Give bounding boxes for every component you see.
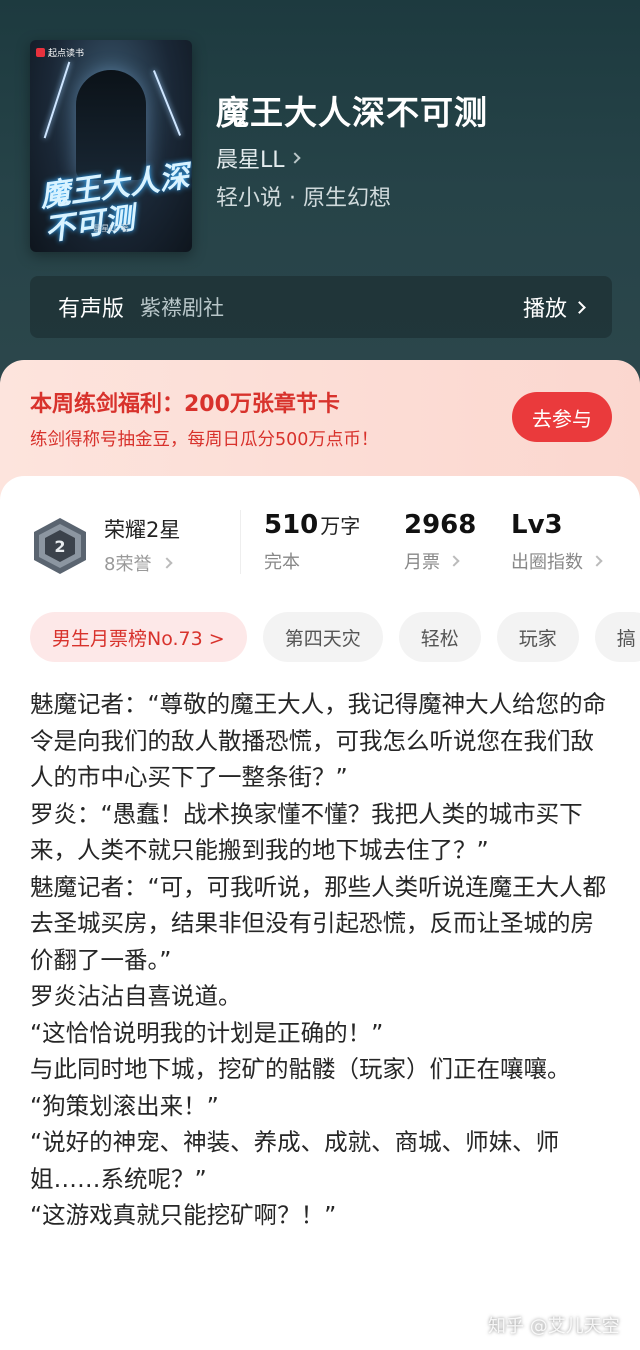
- cover-title: 魔王大人深不可测: [37, 158, 192, 249]
- chevron-right-icon: [591, 555, 603, 567]
- synopsis-paragraph: 魅魔记者：“尊敬的魔王大人，我记得魔神大人给您的命令是向我们的敌人散播恐慌，可我…: [30, 690, 607, 791]
- honor-badge-icon: 2: [34, 518, 86, 574]
- synopsis-paragraph: “这游戏真就只能挖矿啊？！”: [30, 1201, 337, 1229]
- cover-brand-text: 起点读书: [48, 49, 85, 59]
- chevron-right-icon: [288, 152, 301, 164]
- audio-studio: 紫襟剧社: [140, 296, 225, 320]
- brand-logo-icon: [36, 48, 45, 57]
- play-button[interactable]: 播放: [522, 291, 586, 323]
- synopsis-paragraph: 魅魔记者：“可，可我听说，那些人类听说连魔王大人都去圣城买房，结果非但没有引起恐…: [30, 872, 607, 974]
- play-label: 播放: [522, 297, 567, 322]
- book-info-card: 2 荣耀2星 8荣誉 510 万字 完本 2968 月票 Lv3 出圈指数 男生月…: [0, 476, 640, 1350]
- honor-level: 荣耀2星: [104, 518, 181, 542]
- chevron-right-icon: [573, 300, 586, 314]
- stat-label: 出圈指数: [511, 552, 583, 573]
- welfare-title: 本周练剑福利：200万张章节卡: [30, 392, 340, 417]
- synopsis-paragraph: “说好的神宠、神装、养成、成就、商城、师妹、师姐……系统呢？”: [30, 1128, 560, 1193]
- stat-label: 完本: [264, 552, 300, 573]
- honor-points-link[interactable]: 8荣誉: [104, 550, 174, 576]
- chevron-right-icon: [448, 555, 460, 567]
- synopsis-paragraph: “狗策划滚出来！”: [30, 1091, 219, 1120]
- welfare-subtitle: 练剑得称号抽金豆，每周日瓜分500万点币！: [30, 430, 379, 450]
- tag-rank[interactable]: 男生月票榜No.73 >: [30, 612, 247, 662]
- cover-author: 晨星LL 著: [93, 224, 129, 233]
- stat-monthly-tickets[interactable]: 2968 月票: [404, 510, 476, 574]
- stat-value: 2968: [404, 510, 477, 540]
- synopsis-paragraph: 与此同时地下城，挖矿的骷髅（玩家）们正在嚷嚷。: [30, 1055, 571, 1083]
- divider: [240, 510, 241, 574]
- chevron-right-icon: [161, 557, 174, 569]
- honor-points: 8荣誉: [104, 554, 152, 575]
- synopsis: 魅魔记者：“尊敬的魔王大人，我记得魔神大人给您的命令是向我们的敌人散播恐慌，可我…: [30, 686, 615, 1234]
- stat-unit: 万字: [320, 514, 361, 538]
- tag-item[interactable]: 第四天灾: [262, 612, 383, 662]
- cover-brand: 起点读书: [36, 46, 84, 59]
- book-title: 魔王大人深不可测: [216, 93, 488, 132]
- synopsis-paragraph: “这恰恰说明我的计划是正确的！”: [30, 1018, 384, 1047]
- watermark: 知乎 @艾儿天空: [488, 1316, 620, 1337]
- stat-popularity-index[interactable]: Lv3 出圈指数: [511, 510, 603, 574]
- lightning-icon: [43, 61, 71, 139]
- audio-version-bar[interactable]: 有声版 紫襟剧社 播放: [30, 276, 612, 338]
- tag-item[interactable]: 搞: [594, 612, 640, 662]
- synopsis-paragraph: 罗炎沾沾自喜说道。: [30, 982, 242, 1010]
- stat-label: 月票: [404, 552, 440, 573]
- badge-number: 2: [54, 537, 65, 556]
- book-genre: 轻小说 · 原生幻想: [216, 186, 391, 211]
- author-link[interactable]: 晨星LL: [216, 142, 301, 174]
- synopsis-paragraph: 罗炎：“愚蠢！战术换家懂不懂？我把人类的城市买下来，人类不就只能搬到我的地下城去…: [30, 799, 583, 865]
- stat-value: Lv3: [511, 510, 563, 540]
- join-button[interactable]: 去参与: [512, 392, 612, 442]
- audio-label: 有声版: [58, 297, 125, 322]
- tag-list: 男生月票榜No.73 > 第四天灾 轻松 玩家 搞: [30, 612, 640, 662]
- tag-item[interactable]: 玩家: [496, 612, 579, 662]
- book-cover[interactable]: 起点读书 魔王大人深不可测 晨星LL 著: [30, 40, 192, 252]
- tag-item[interactable]: 轻松: [398, 612, 481, 662]
- stat-value: 510: [264, 510, 319, 540]
- hooded-figure-illustration: [76, 70, 146, 180]
- book-header: 起点读书 魔王大人深不可测 晨星LL 著 魔王大人深不可测 晨星LL 轻小说 ·…: [0, 0, 640, 420]
- author-name: 晨星LL: [216, 148, 285, 173]
- stat-word-count: 510 万字 完本: [264, 510, 360, 574]
- lightning-icon: [152, 70, 182, 136]
